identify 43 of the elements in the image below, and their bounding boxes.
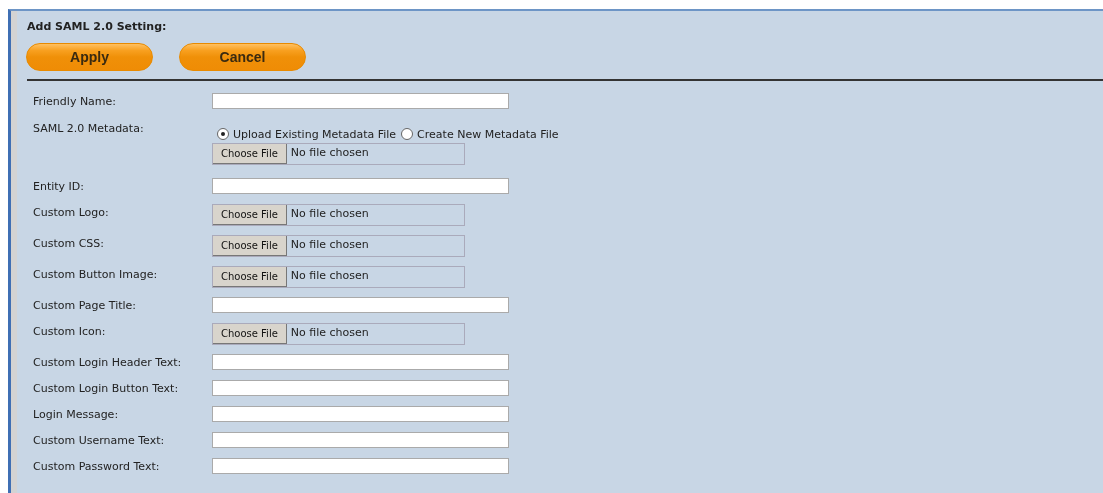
- file-status-text: No file chosen: [289, 206, 369, 222]
- text-field[interactable]: [212, 93, 509, 109]
- radio-button[interactable]: [217, 128, 229, 140]
- file-input[interactable]: Choose File No file chosen: [212, 235, 465, 257]
- file-input[interactable]: Choose File No file chosen: [212, 266, 465, 288]
- field-label: Custom Icon:: [33, 324, 107, 338]
- field-label: Entity ID:: [33, 179, 86, 193]
- file-input[interactable]: Choose File No file chosen: [212, 143, 465, 165]
- field-label: Custom CSS:: [33, 236, 105, 250]
- file-status-text: No file chosen: [289, 325, 369, 341]
- choose-file-button[interactable]: Choose File: [213, 324, 287, 344]
- field-label: Custom Login Button Text:: [33, 381, 180, 395]
- field-label: Custom Login Header Text:: [33, 355, 183, 369]
- text-field[interactable]: [212, 297, 509, 313]
- text-field[interactable]: [212, 380, 509, 396]
- choose-file-button[interactable]: Choose File: [213, 144, 287, 164]
- file-status-text: No file chosen: [289, 237, 369, 253]
- field-label: Custom Password Text:: [33, 459, 161, 473]
- file-status-text: No file chosen: [289, 268, 369, 284]
- text-field[interactable]: [212, 354, 509, 370]
- choose-file-button[interactable]: Choose File: [213, 236, 287, 256]
- field-label: SAML 2.0 Metadata:: [33, 121, 145, 135]
- text-field[interactable]: [212, 406, 509, 422]
- field-label: Friendly Name:: [33, 94, 118, 108]
- field-label: Custom Username Text:: [33, 433, 166, 447]
- section-title: Add SAML 2.0 Setting:: [26, 19, 168, 34]
- radio-button[interactable]: [401, 128, 414, 140]
- field-label: Login Message:: [33, 407, 120, 421]
- file-input[interactable]: Choose File No file chosen: [212, 323, 465, 345]
- text-field[interactable]: [212, 178, 509, 194]
- file-input[interactable]: Choose File No file chosen: [212, 204, 465, 226]
- field-label: Custom Button Image:: [33, 267, 159, 281]
- field-label: Custom Logo:: [33, 205, 110, 219]
- choose-file-button[interactable]: Choose File: [213, 267, 287, 287]
- apply-button[interactable]: Apply: [26, 43, 153, 71]
- file-status-text: No file chosen: [289, 145, 369, 161]
- text-field[interactable]: [212, 458, 509, 474]
- text-field[interactable]: [212, 432, 509, 448]
- cancel-button[interactable]: Cancel: [179, 43, 306, 71]
- radio-label[interactable]: Create New Metadata File: [417, 127, 559, 141]
- field-label: Custom Page Title:: [33, 298, 138, 312]
- choose-file-button[interactable]: Choose File: [213, 205, 287, 225]
- radio-label[interactable]: Upload Existing Metadata File: [233, 127, 397, 141]
